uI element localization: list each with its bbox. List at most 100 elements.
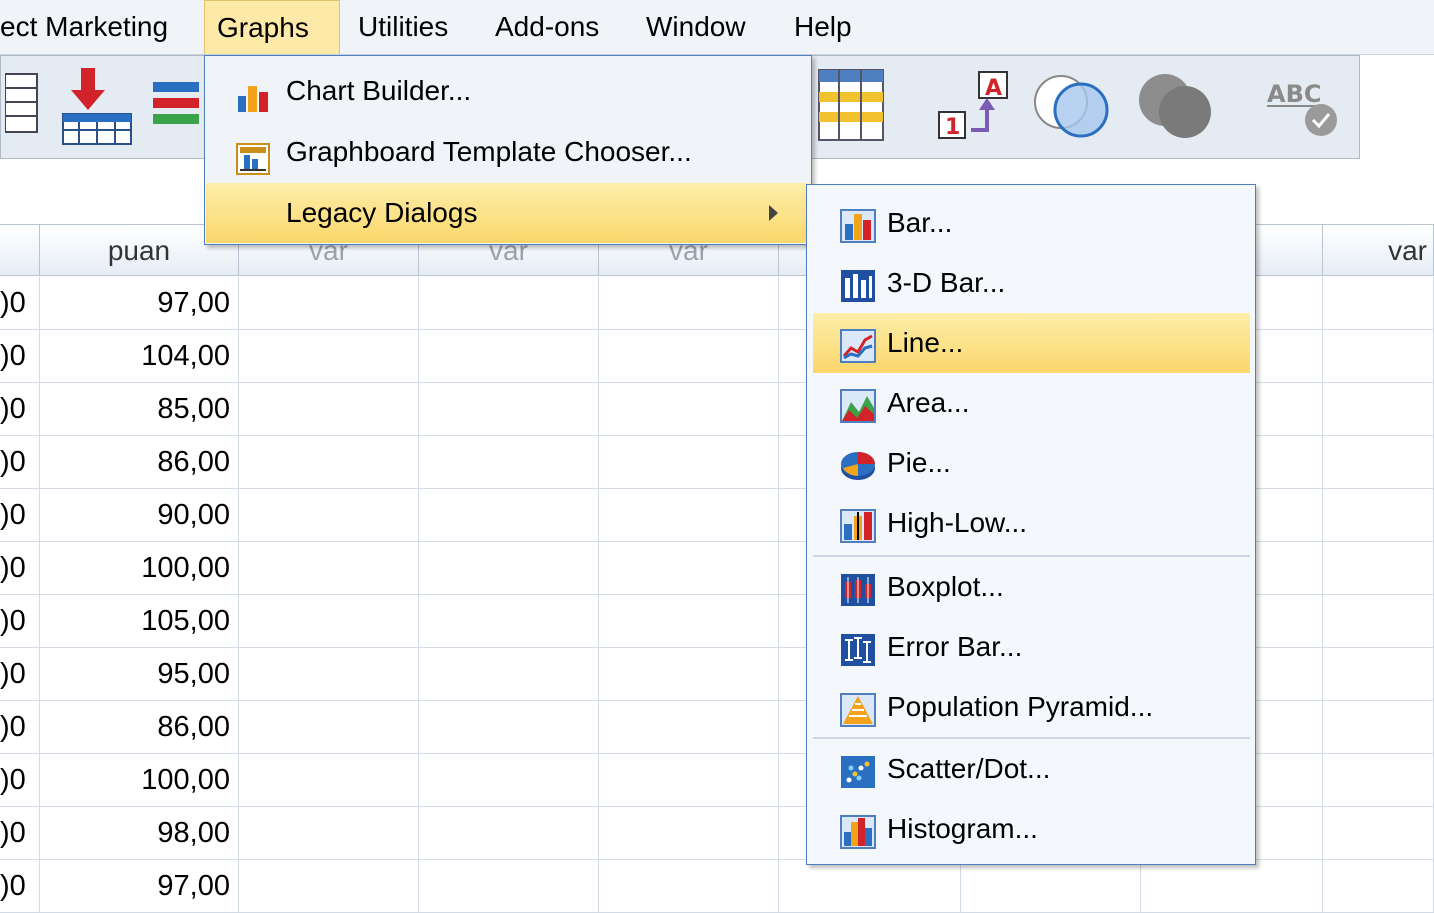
grid-cell-partial[interactable]: )0 <box>0 277 40 330</box>
grid-cell-empty[interactable] <box>239 330 419 383</box>
grid-cell-partial[interactable]: )0 <box>0 436 40 489</box>
show-all-variables-icon[interactable] <box>1135 68 1215 147</box>
grid-cell-empty[interactable] <box>419 701 599 754</box>
menu-window[interactable]: Window <box>634 0 758 54</box>
grid-cell-empty[interactable] <box>599 436 779 489</box>
grid-cell-puan[interactable]: 98,00 <box>40 807 239 860</box>
grid-cell-partial[interactable]: )0 <box>0 383 40 436</box>
grid-cell-empty[interactable] <box>599 542 779 595</box>
use-sets-icon[interactable] <box>1031 68 1111 147</box>
menu-item-error-bar[interactable]: Error Bar... <box>813 617 1250 677</box>
grid-cell-empty[interactable] <box>239 542 419 595</box>
grid-cell-empty[interactable] <box>1323 277 1434 330</box>
grid-cell-empty[interactable] <box>1323 807 1434 860</box>
grid-cell-empty[interactable] <box>239 754 419 807</box>
grid-cell-partial[interactable]: )0 <box>0 860 40 913</box>
grid-cell-partial[interactable]: )0 <box>0 701 40 754</box>
grid-cell-partial[interactable]: )0 <box>0 595 40 648</box>
menu-item-histogram[interactable]: Histogram... <box>813 799 1250 859</box>
grid-cell-empty[interactable] <box>419 277 599 330</box>
grid-cell-puan[interactable]: 100,00 <box>40 542 239 595</box>
grid-cell-empty[interactable] <box>599 860 779 913</box>
grid-cell-empty[interactable] <box>599 330 779 383</box>
column-header-var-7[interactable]: var <box>1323 224 1434 276</box>
grid-cell-puan[interactable]: 97,00 <box>40 277 239 330</box>
grid-cell-partial[interactable]: )0 <box>0 754 40 807</box>
grid-cell-empty[interactable] <box>1323 648 1434 701</box>
grid-cell-empty[interactable] <box>239 595 419 648</box>
grid-cell-partial[interactable]: )0 <box>0 330 40 383</box>
grid-cell-empty[interactable] <box>419 595 599 648</box>
grid-cell-empty[interactable] <box>1323 383 1434 436</box>
spell-check-icon[interactable]: ABC <box>1263 74 1345 145</box>
menu-item-area[interactable]: Area... <box>813 373 1250 433</box>
grid-cell-empty[interactable] <box>419 436 599 489</box>
grid-cell-empty[interactable] <box>1323 489 1434 542</box>
grid-cell-partial[interactable]: )0 <box>0 648 40 701</box>
menu-item-scatter-dot[interactable]: Scatter/Dot... <box>813 739 1250 799</box>
grid-cell-empty[interactable] <box>1323 701 1434 754</box>
grid-cell-empty[interactable] <box>1323 436 1434 489</box>
grid-cell-puan[interactable]: 97,00 <box>40 860 239 913</box>
menu-item-boxplot[interactable]: Boxplot... <box>813 557 1250 617</box>
grid-cell-empty[interactable] <box>419 383 599 436</box>
grid-cell-empty[interactable] <box>239 436 419 489</box>
grid-cell-partial[interactable]: )0 <box>0 807 40 860</box>
grid-cell-empty[interactable] <box>419 648 599 701</box>
grid-cell-puan[interactable]: 105,00 <box>40 595 239 648</box>
grid-cell-empty[interactable] <box>599 595 779 648</box>
grid-cell-empty[interactable] <box>1141 860 1323 913</box>
grid-cell-empty[interactable] <box>599 277 779 330</box>
grid-cell-empty[interactable] <box>419 489 599 542</box>
grid-cell-puan[interactable]: 86,00 <box>40 701 239 754</box>
menu-item-population-pyramid[interactable]: Population Pyramid... <box>813 677 1250 737</box>
menu-direct-marketing[interactable]: ect Marketing <box>0 0 180 54</box>
menu-item-graphboard-template-chooser[interactable]: Graphboard Template Chooser... <box>206 122 810 182</box>
value-labels-grid-icon[interactable] <box>817 68 885 149</box>
grid-cell-empty[interactable] <box>419 807 599 860</box>
menu-utilities[interactable]: Utilities <box>346 0 460 54</box>
menu-item-high-low[interactable]: High-Low... <box>813 493 1250 553</box>
grid-cell-empty[interactable] <box>599 701 779 754</box>
go-to-case-icon[interactable] <box>4 72 39 139</box>
grid-cell-empty[interactable] <box>239 701 419 754</box>
grid-cell-empty[interactable] <box>961 860 1141 913</box>
menu-add-ons[interactable]: Add-ons <box>483 0 611 54</box>
grid-cell-puan[interactable]: 85,00 <box>40 383 239 436</box>
insert-cases-icon[interactable] <box>59 66 135 151</box>
grid-cell-empty[interactable] <box>1323 330 1434 383</box>
grid-cell-empty[interactable] <box>419 330 599 383</box>
grid-cell-empty[interactable] <box>1323 860 1434 913</box>
grid-cell-empty[interactable] <box>599 489 779 542</box>
menu-graphs[interactable]: Graphs <box>204 0 340 54</box>
grid-cell-empty[interactable] <box>779 860 961 913</box>
value-labels-icon[interactable]: A 1 <box>935 70 1019 147</box>
grid-cell-empty[interactable] <box>239 860 419 913</box>
grid-cell-empty[interactable] <box>419 542 599 595</box>
grid-cell-empty[interactable] <box>239 277 419 330</box>
grid-cell-partial[interactable]: )0 <box>0 542 40 595</box>
menu-help[interactable]: Help <box>782 0 864 54</box>
grid-cell-empty[interactable] <box>599 754 779 807</box>
grid-cell-empty[interactable] <box>1323 754 1434 807</box>
grid-cell-puan[interactable]: 100,00 <box>40 754 239 807</box>
grid-cell-empty[interactable] <box>419 860 599 913</box>
grid-cell-puan[interactable]: 90,00 <box>40 489 239 542</box>
grid-cell-puan[interactable]: 95,00 <box>40 648 239 701</box>
grid-cell-empty[interactable] <box>239 648 419 701</box>
insert-variable-icon[interactable] <box>151 76 201 141</box>
menu-item-pie[interactable]: Pie... <box>813 433 1250 493</box>
grid-cell-empty[interactable] <box>599 383 779 436</box>
grid-cell-empty[interactable] <box>239 807 419 860</box>
grid-cell-partial[interactable]: )0 <box>0 489 40 542</box>
grid-cell-empty[interactable] <box>239 489 419 542</box>
grid-cell-empty[interactable] <box>599 648 779 701</box>
menu-item-bar[interactable]: Bar... <box>813 193 1250 253</box>
grid-cell-puan[interactable]: 86,00 <box>40 436 239 489</box>
grid-cell-empty[interactable] <box>1323 542 1434 595</box>
menu-item-chart-builder[interactable]: Chart Builder... <box>206 61 810 121</box>
grid-cell-empty[interactable] <box>239 383 419 436</box>
grid-cell-empty[interactable] <box>599 807 779 860</box>
grid-cell-empty[interactable] <box>1323 595 1434 648</box>
grid-cell-puan[interactable]: 104,00 <box>40 330 239 383</box>
